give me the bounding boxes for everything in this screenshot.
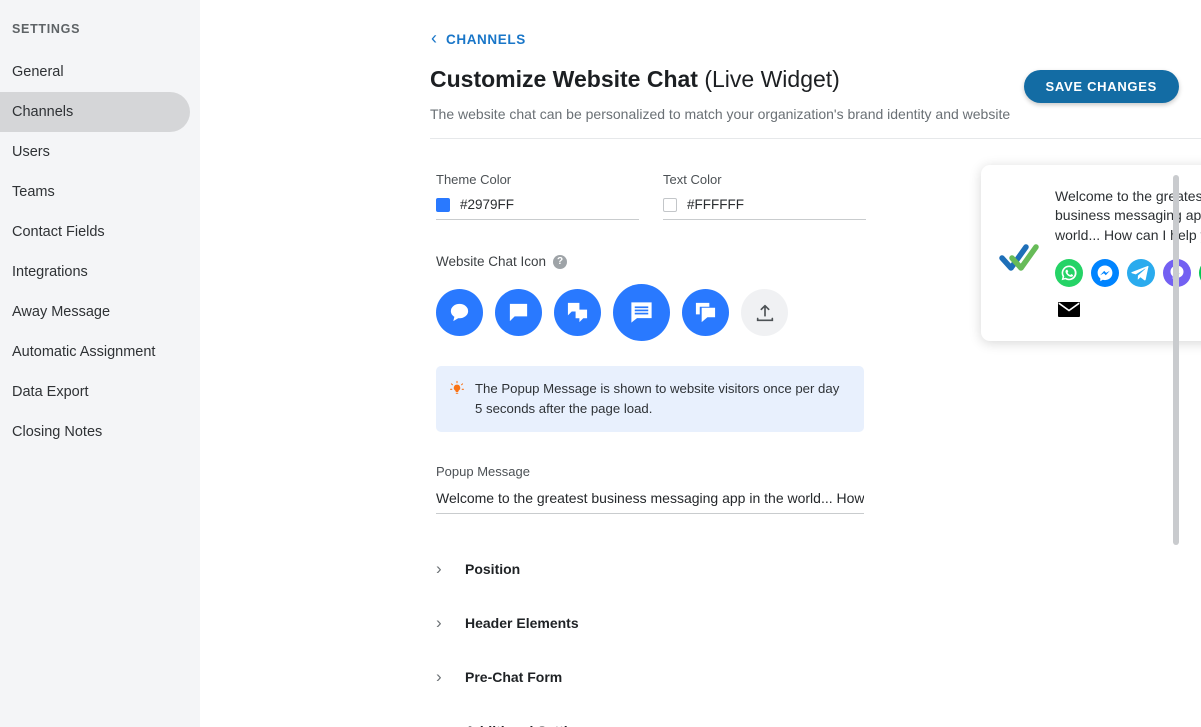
- tip-text: The Popup Message is shown to website vi…: [475, 381, 840, 416]
- popup-preview-message: Welcome to the greatest business messagi…: [1055, 188, 1201, 243]
- sidebar-nav: General Channels Users Teams Contact Fields I…: [0, 52, 200, 452]
- chat-icon-option-2[interactable]: [495, 289, 542, 336]
- website-chat-icon-label-row: Website Chat Icon ?: [436, 254, 876, 269]
- sidebar-item-label: Contact Fields: [12, 224, 105, 240]
- sidebar-item-users[interactable]: Users: [0, 132, 190, 172]
- sidebar-item-general[interactable]: General: [0, 52, 190, 92]
- chevron-right-icon: ›: [436, 613, 442, 633]
- sidebar-item-label: Automatic Assignment: [12, 344, 156, 360]
- sidebar-item-label: Away Message: [12, 304, 111, 320]
- upload-icon-button[interactable]: [741, 289, 788, 336]
- page-title: Customize Website Chat (Live Widget): [430, 66, 840, 93]
- accordion-section-position[interactable]: › Position: [436, 554, 876, 584]
- upload-icon: [756, 304, 773, 321]
- popup-preview-content: Welcome to the greatest business messagi…: [1055, 185, 1201, 323]
- sidebar-item-label: Integrations: [12, 264, 88, 280]
- sidebar-title: SETTINGS: [12, 22, 81, 36]
- preview-panel: Welcome to the greatest business messagi…: [981, 165, 1201, 341]
- page-subtitle: The website chat can be personalized to …: [430, 106, 1011, 122]
- accordion-section-label: Additional Settings: [465, 723, 593, 727]
- sidebar-item-channels[interactable]: Channels: [0, 92, 190, 132]
- page-title-suffix: (Live Widget): [704, 66, 840, 92]
- color-fields-row: Theme Color #2979FF Text Color #FFFFFF: [436, 172, 876, 220]
- lightbulb-icon: [448, 380, 466, 419]
- sidebar-item-label: Channels: [12, 104, 74, 120]
- page-title-main: Customize Website Chat: [430, 66, 698, 92]
- sidebar-item-data-export[interactable]: Data Export: [0, 372, 190, 412]
- text-color-field: Text Color #FFFFFF: [663, 172, 866, 220]
- chevron-right-icon: ›: [436, 559, 442, 579]
- chat-bubble-oval-icon: [450, 303, 469, 322]
- text-color-value: #FFFFFF: [687, 197, 744, 212]
- text-color-swatch[interactable]: [663, 197, 677, 212]
- sidebar-item-label: General: [12, 64, 64, 80]
- tip-callout: The Popup Message is shown to website vi…: [436, 366, 864, 432]
- save-changes-button[interactable]: SAVE CHANGES: [1023, 70, 1179, 103]
- email-icon[interactable]: [1055, 295, 1083, 323]
- popup-channel-row: [1055, 258, 1201, 323]
- chat-icon-option-4[interactable]: [613, 284, 670, 341]
- chevron-left-icon: ‹: [431, 28, 437, 48]
- chat-bubble-lines-icon: [631, 302, 652, 323]
- sidebar-item-contact-fields[interactable]: Contact Fields: [0, 212, 190, 252]
- sidebar-item-teams[interactable]: Teams: [0, 172, 190, 212]
- sidebar-item-automatic-assignment[interactable]: Automatic Assignment: [0, 332, 190, 372]
- chat-icon-option-5[interactable]: [682, 289, 729, 336]
- popup-message-input[interactable]: [436, 489, 864, 514]
- chat-bubbles-stacked-icon: [695, 302, 716, 323]
- accordion-section-label: Header Elements: [465, 614, 579, 631]
- main-content: ‹ CHANNELS Customize Website Chat (Live …: [200, 0, 1201, 727]
- chat-icon-option-3[interactable]: [554, 289, 601, 336]
- accordion-section-pre-chat-form[interactable]: › Pre-Chat Form: [436, 662, 876, 692]
- page-scrollbar[interactable]: [1173, 175, 1179, 545]
- theme-color-input[interactable]: #2979FF: [436, 197, 639, 220]
- accordion-section-additional-settings[interactable]: › Additional Settings: [436, 716, 876, 727]
- chat-bubble-square-icon: [509, 303, 528, 322]
- chevron-right-icon: ›: [436, 667, 442, 687]
- double-check-logo-icon: [999, 185, 1041, 278]
- settings-form: Theme Color #2979FF Text Color #FFFFFF W…: [436, 172, 876, 727]
- app-root: SETTINGS General Channels Users Teams Contac…: [0, 0, 1201, 727]
- accordion-section-header-elements[interactable]: › Header Elements: [436, 608, 876, 638]
- popup-preview-card: Welcome to the greatest business messagi…: [981, 165, 1201, 341]
- accordion-section-label: Pre-Chat Form: [465, 668, 563, 685]
- sidebar-item-closing-notes[interactable]: Closing Notes: [0, 412, 190, 452]
- whatsapp-icon[interactable]: [1055, 258, 1083, 287]
- header-divider: [430, 138, 1201, 139]
- sidebar: SETTINGS General Channels Users Teams Contac…: [0, 0, 200, 727]
- sidebar-item-integrations[interactable]: Integrations: [0, 252, 190, 292]
- breadcrumb-label: CHANNELS: [446, 31, 526, 47]
- sidebar-item-label: Data Export: [12, 384, 89, 400]
- website-chat-icon-label: Website Chat Icon: [436, 254, 547, 269]
- theme-color-swatch[interactable]: [436, 197, 450, 212]
- accordion-section-label: Position: [465, 560, 521, 577]
- sidebar-item-label: Users: [12, 144, 50, 160]
- breadcrumb-back-channels[interactable]: ‹ CHANNELS: [431, 28, 526, 48]
- theme-color-label: Theme Color: [436, 172, 512, 187]
- telegram-icon[interactable]: [1127, 258, 1155, 287]
- sidebar-item-label: Closing Notes: [12, 424, 103, 440]
- popup-preview-body: Welcome to the greatest business messagi…: [999, 185, 1201, 323]
- theme-color-field: Theme Color #2979FF: [436, 172, 639, 220]
- sidebar-item-away-message[interactable]: Away Message: [0, 292, 190, 332]
- messenger-icon[interactable]: [1091, 258, 1119, 287]
- popup-message-field: Popup Message: [436, 464, 876, 514]
- settings-accordion: ›Position›Header Elements›Pre-Chat Form›…: [436, 554, 876, 727]
- popup-message-label: Popup Message: [436, 463, 530, 479]
- chevron-right-icon: ›: [436, 722, 446, 727]
- sidebar-item-label: Teams: [12, 184, 55, 200]
- theme-color-value: #2979FF: [460, 197, 515, 212]
- text-color-label: Text Color: [663, 172, 722, 187]
- help-circle-icon[interactable]: ?: [553, 254, 568, 269]
- chat-icon-option-1[interactable]: [436, 289, 483, 336]
- text-color-input[interactable]: #FFFFFF: [663, 197, 866, 220]
- chat-bubbles-double-icon: [567, 302, 588, 323]
- chat-icon-options: [436, 284, 876, 341]
